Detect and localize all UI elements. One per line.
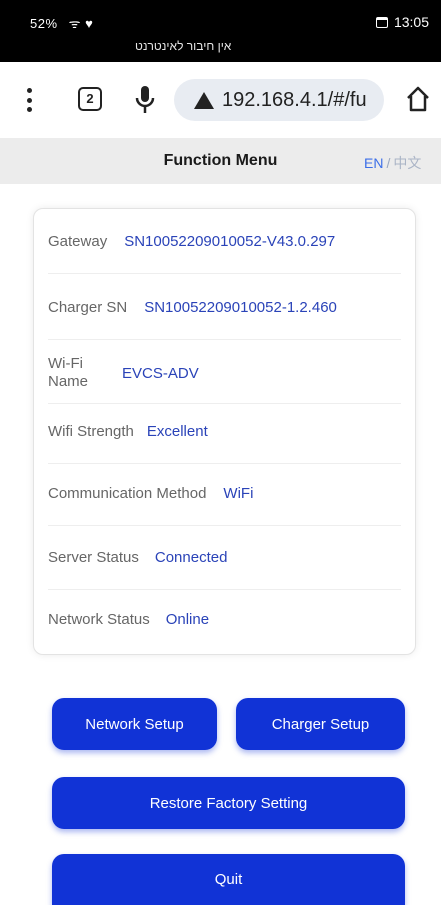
quit-button[interactable]: Quit [52, 854, 405, 905]
server-status-row: Server Status Connected [48, 549, 401, 566]
charger-sn-row: Charger SN SN10052209010052-1.2.460 [48, 299, 401, 316]
wifi-name-value: EVCS-ADV [122, 364, 199, 382]
url-text: 192.168.4.1/#/fu [222, 88, 367, 111]
wifi-strength-row: Wifi Strength Excellent [48, 423, 401, 440]
divider [48, 403, 401, 404]
browser-toolbar: 2 192.168.4.1/#/fu [0, 62, 441, 139]
status-left-indicators: 52% ᯤ ♥ [30, 16, 94, 31]
wifi-name-label-line1: Wi-Fi [48, 355, 83, 372]
no-internet-notice: אין חיבור לאינטרנט [135, 39, 232, 53]
network-setup-button[interactable]: Network Setup [52, 698, 217, 750]
app-header: Function Menu EN / 中文 [0, 138, 441, 184]
server-status-label: Server Status [48, 549, 139, 566]
divider [48, 525, 401, 526]
network-status-label: Network Status [48, 611, 150, 628]
microphone-icon[interactable] [132, 84, 158, 116]
charger-sn-label: Charger SN [48, 299, 128, 316]
divider [48, 273, 401, 274]
wifi-name-label-line2: Name [48, 373, 89, 390]
status-right: 13:05 [375, 14, 429, 30]
communication-method-label: Communication Method [48, 485, 207, 502]
more-menu-icon[interactable] [26, 88, 32, 112]
gateway-row: Gateway SN10052209010052-V43.0.297 [48, 233, 401, 250]
status-bar: 52% ᯤ ♥ אין חיבור לאינטרנט 13:05 [0, 0, 441, 62]
charger-setup-button[interactable]: Charger Setup [236, 698, 405, 750]
restore-factory-setting-button[interactable]: Restore Factory Setting [52, 777, 405, 829]
wifi-name-label: Wi-Fi Name [48, 355, 88, 391]
wifi-name-row: Wi-Fi Name EVCS-ADV [48, 355, 401, 391]
divider [48, 463, 401, 464]
wifi-strength-value: Excellent [146, 423, 208, 440]
communication-method-row: Communication Method WiFi [48, 485, 401, 502]
device-info-card: Gateway SN10052209010052-V43.0.297 Charg… [33, 208, 416, 655]
charger-sn-value: SN10052209010052-1.2.460 [144, 299, 337, 316]
lang-separator: / [386, 155, 391, 171]
gateway-label: Gateway [48, 233, 108, 250]
not-secure-warning-icon[interactable] [194, 91, 214, 109]
server-status-value: Connected [154, 549, 228, 566]
network-status-row: Network Status Online [48, 611, 401, 628]
address-bar[interactable]: 192.168.4.1/#/fu [174, 79, 384, 121]
tab-switcher-button[interactable]: 2 [78, 87, 102, 111]
gateway-value: SN10052209010052-V43.0.297 [124, 233, 336, 250]
lang-en-option[interactable]: EN [364, 155, 383, 171]
network-status-value: Online [165, 611, 210, 628]
clock: 13:05 [393, 14, 429, 30]
home-icon[interactable] [405, 84, 431, 114]
language-switcher: EN / 中文 [364, 153, 421, 173]
communication-method-value: WiFi [223, 485, 254, 502]
divider [48, 589, 401, 590]
lang-zh-option[interactable]: 中文 [393, 155, 421, 171]
calendar-icon [375, 16, 388, 28]
divider [48, 339, 401, 340]
wifi-strength-label: Wifi Strength [48, 423, 134, 440]
